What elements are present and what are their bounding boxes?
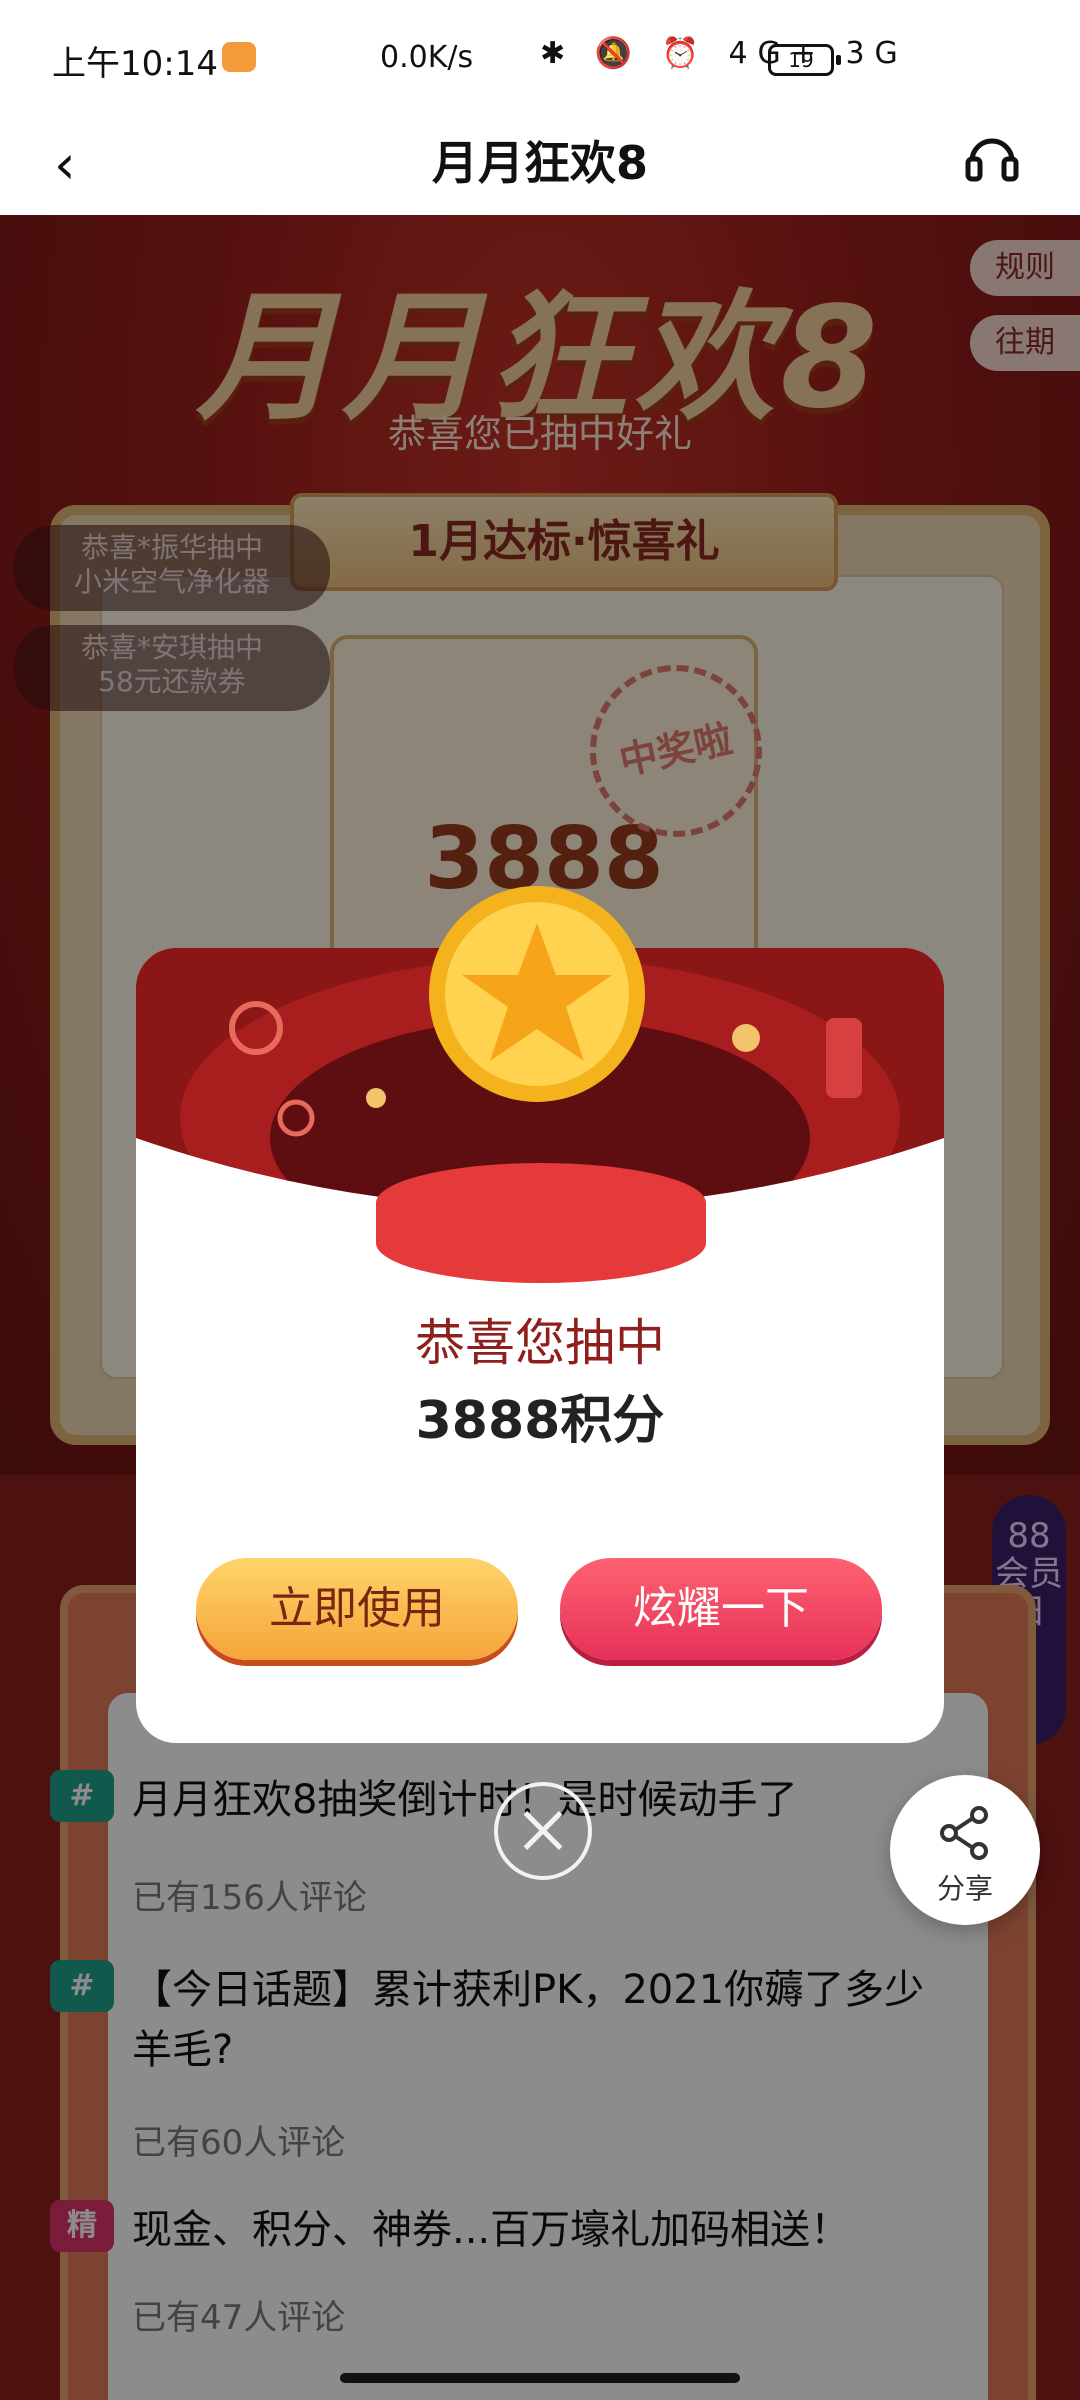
battery-icon: 19 — [768, 44, 841, 76]
winner-ticker: 恭喜*安琪抽中 58元还款券 — [14, 625, 330, 711]
share-icon — [940, 1806, 988, 1860]
show-off-button[interactable]: 炫耀一下 — [560, 1558, 882, 1660]
board-title: 1月达标·惊喜礼 — [290, 493, 838, 591]
topic-tag: 精 — [50, 2200, 114, 2252]
ticker-line: 恭喜*安琪抽中 — [80, 631, 263, 664]
modal-title: 恭喜您抽中 — [415, 1314, 665, 1372]
ticker-line: 小米空气净化器 — [73, 565, 270, 598]
pedestal — [376, 1163, 706, 1283]
status-time: 上午10:14 — [52, 44, 218, 84]
headphones-icon[interactable] — [962, 127, 1022, 187]
app-notification-icon — [222, 42, 256, 72]
close-icon[interactable] — [494, 1782, 592, 1880]
comment-count: 已有47人评论 — [132, 2298, 346, 2338]
topic-tag: # — [50, 1960, 114, 2012]
topic-title: 【今日话题】累计获利PK，2021你薅了多少羊毛? — [132, 1967, 925, 2073]
share-label: 分享 — [936, 1872, 993, 1905]
modal-prize: 3888积分 — [415, 1391, 665, 1451]
use-now-button[interactable]: 立即使用 — [196, 1558, 518, 1660]
winner-ticker: 恭喜*振华抽中 小米空气净化器 — [14, 525, 330, 611]
hero-subtitle: 恭喜您已抽中好礼 — [387, 412, 692, 456]
rules-button[interactable]: 规则 — [970, 240, 1080, 296]
page-title: 月月狂欢8 — [431, 136, 648, 190]
star-coin-icon — [429, 886, 645, 1102]
home-indicator[interactable] — [340, 2373, 740, 2383]
ticker-line: 恭喜*振华抽中 — [80, 531, 263, 564]
topic-tag: # — [50, 1770, 114, 1822]
topic-title: 现金、积分、神券...百万壕礼加码相送！ — [132, 2207, 851, 2253]
status-bar: 上午10:14 0.0K/s ✱ 🔕 ⏰ 4G+ 3G 19 — [0, 0, 1080, 105]
network-speed: 0.0K/s — [380, 40, 474, 75]
history-button[interactable]: 往期 — [970, 315, 1080, 371]
comment-count: 已有156人评论 — [132, 1878, 367, 1918]
comment-count: 已有60人评论 — [132, 2123, 346, 2163]
nav-bar: ‹ 月月狂欢8 — [0, 105, 1080, 216]
stamp-text: 中奖啦 — [615, 716, 737, 784]
status-icons: ✱ 🔕 ⏰ 4G+ 3G — [540, 36, 908, 71]
share-button[interactable]: 分享 — [890, 1775, 1040, 1925]
ticker-line: 58元还款券 — [98, 665, 246, 698]
